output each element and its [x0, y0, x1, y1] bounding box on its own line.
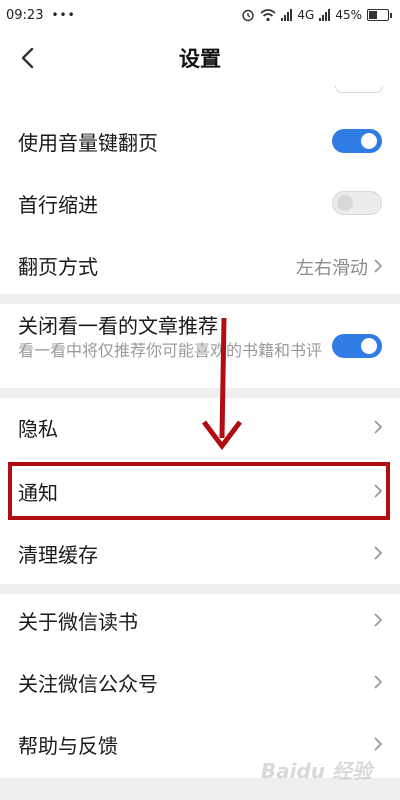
close-recommend-toggle[interactable]: [332, 334, 382, 358]
setting-first-line-indent[interactable]: 首行缩进: [0, 174, 400, 232]
setting-privacy[interactable]: 隐私: [0, 398, 400, 456]
battery-percent: 45%: [335, 8, 362, 22]
wifi-icon: [260, 8, 276, 21]
scrolled-toggle-edge: [335, 86, 383, 93]
chevron-right-icon: [374, 737, 383, 751]
alarm-icon: [242, 9, 255, 22]
chevron-right-icon: [374, 259, 383, 273]
navigation-bar: 设置: [0, 30, 400, 86]
section-divider: [0, 294, 400, 304]
page-turn-mode-value: 左右滑动: [296, 258, 368, 279]
battery-icon: [367, 9, 392, 21]
setting-label: 使用音量键翻页: [18, 131, 158, 155]
setting-label: 关于微信读书: [18, 610, 138, 634]
back-button[interactable]: [12, 42, 44, 74]
first-line-indent-toggle[interactable]: [332, 191, 382, 215]
volume-page-turn-toggle[interactable]: [332, 129, 382, 153]
setting-label: 首行缩进: [18, 193, 98, 217]
highlight-box: [8, 462, 390, 520]
chevron-right-icon: [374, 675, 383, 689]
setting-label: 帮助与反馈: [18, 734, 118, 758]
network-type: 4G: [297, 8, 315, 22]
section-divider: [0, 584, 400, 594]
setting-follow-account[interactable]: 关注微信公众号: [0, 656, 400, 714]
setting-volume-page-turn[interactable]: 使用音量键翻页: [0, 112, 400, 170]
setting-label: 关注微信公众号: [18, 672, 158, 696]
section-divider: [0, 388, 400, 398]
signal-icon: [281, 9, 293, 21]
page-title: 设置: [179, 47, 221, 71]
chevron-left-icon: [21, 47, 34, 69]
setting-label: 清理缓存: [18, 543, 98, 567]
watermark: Baidu 经验: [260, 759, 372, 783]
status-time: 09:23: [6, 7, 44, 23]
setting-page-turn-mode[interactable]: 翻页方式 左右滑动: [0, 236, 400, 294]
setting-close-recommend[interactable]: 关闭看一看的文章推荐 看一看中将仅推荐你可能喜欢的书籍和书评: [0, 304, 400, 388]
notification-dots-icon: •••: [51, 8, 76, 22]
chevron-right-icon: [374, 420, 383, 434]
setting-description: 看一看中将仅推荐你可能喜欢的书籍和书评: [18, 341, 323, 360]
setting-clear-cache[interactable]: 清理缓存: [0, 524, 400, 582]
chevron-right-icon: [374, 613, 383, 627]
setting-label: 翻页方式: [18, 255, 98, 279]
status-bar: 09:23 ••• 4G 45%: [0, 0, 400, 30]
setting-label: 关闭看一看的文章推荐: [18, 314, 218, 338]
setting-label: 隐私: [18, 417, 58, 441]
chevron-right-icon: [374, 546, 383, 560]
signal-icon-2: [319, 9, 331, 21]
setting-about[interactable]: 关于微信读书: [0, 594, 400, 652]
